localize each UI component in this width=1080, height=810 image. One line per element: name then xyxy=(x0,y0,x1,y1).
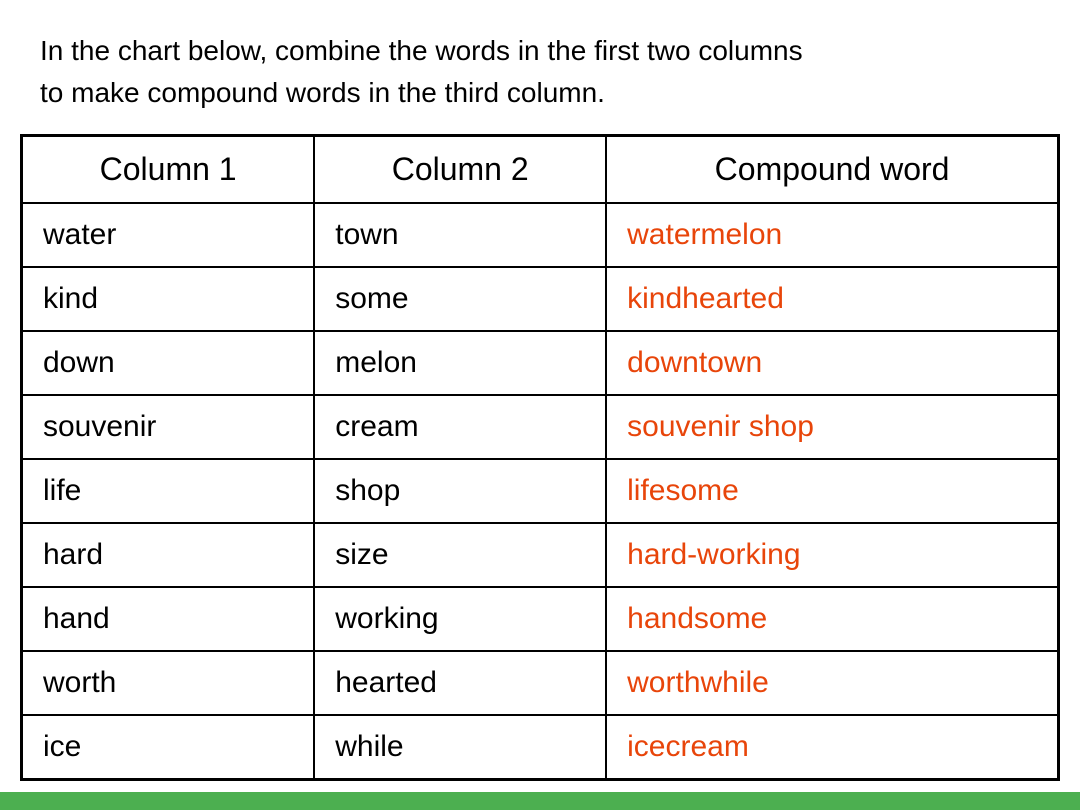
cell-col3-compound: souvenir shop xyxy=(606,395,1058,459)
cell-col2: hearted xyxy=(314,651,606,715)
cell-col3-compound: watermelon xyxy=(606,203,1058,267)
cell-col2: shop xyxy=(314,459,606,523)
cell-col1: ice xyxy=(22,715,315,780)
cell-col2: cream xyxy=(314,395,606,459)
instruction-text: In the chart below, combine the words in… xyxy=(0,0,1080,134)
table-row: lifeshoplifesome xyxy=(22,459,1059,523)
cell-col3-compound: worthwhile xyxy=(606,651,1058,715)
cell-col1: worth xyxy=(22,651,315,715)
cell-col3-compound: icecream xyxy=(606,715,1058,780)
cell-col3-compound: handsome xyxy=(606,587,1058,651)
table-header-row: Column 1 Column 2 Compound word xyxy=(22,136,1059,204)
cell-col1: souvenir xyxy=(22,395,315,459)
cell-col1: hand xyxy=(22,587,315,651)
table-row: hardsizehard-working xyxy=(22,523,1059,587)
cell-col3-compound: kindhearted xyxy=(606,267,1058,331)
compound-words-table: Column 1 Column 2 Compound word watertow… xyxy=(20,134,1060,781)
cell-col3-compound: hard-working xyxy=(606,523,1058,587)
cell-col2: while xyxy=(314,715,606,780)
cell-col3-compound: downtown xyxy=(606,331,1058,395)
cell-col2: size xyxy=(314,523,606,587)
cell-col3-compound: lifesome xyxy=(606,459,1058,523)
header-col3: Compound word xyxy=(606,136,1058,204)
cell-col1: down xyxy=(22,331,315,395)
header-col2: Column 2 xyxy=(314,136,606,204)
cell-col2: working xyxy=(314,587,606,651)
table-row: kindsomekindhearted xyxy=(22,267,1059,331)
table-row: icewhileicecream xyxy=(22,715,1059,780)
table-row: watertownwatermelon xyxy=(22,203,1059,267)
cell-col1: life xyxy=(22,459,315,523)
instruction-line2: to make compound words in the third colu… xyxy=(40,77,605,108)
table-row: worthheartedworthwhile xyxy=(22,651,1059,715)
table-row: handworkinghandsome xyxy=(22,587,1059,651)
cell-col2: some xyxy=(314,267,606,331)
table-container: Column 1 Column 2 Compound word watertow… xyxy=(0,134,1080,792)
cell-col1: kind xyxy=(22,267,315,331)
table-row: downmelondowntown xyxy=(22,331,1059,395)
cell-col2: melon xyxy=(314,331,606,395)
cell-col1: hard xyxy=(22,523,315,587)
table-row: souvenircreamsouvenir shop xyxy=(22,395,1059,459)
instruction-line1: In the chart below, combine the words in… xyxy=(40,35,803,66)
cell-col2: town xyxy=(314,203,606,267)
bottom-bar xyxy=(0,792,1080,810)
header-col1: Column 1 xyxy=(22,136,315,204)
cell-col1: water xyxy=(22,203,315,267)
